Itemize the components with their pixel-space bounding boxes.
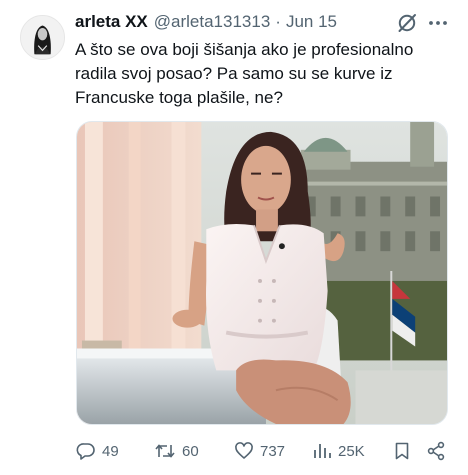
retweet-action[interactable]: 60: [154, 438, 199, 464]
more-dots-icon[interactable]: [427, 12, 449, 34]
like-action[interactable]: 737: [234, 438, 285, 464]
reply-bubble-icon: [76, 443, 95, 460]
reply-count: 49: [102, 442, 119, 460]
reply-action[interactable]: 49: [76, 438, 119, 464]
tweet-text: A što se ova boji šišanja ako je profesi…: [75, 40, 414, 107]
heart-icon: [235, 442, 253, 459]
share-action[interactable]: [426, 438, 446, 464]
retweet-arrows-icon: [155, 444, 175, 458]
tweet-media-image[interactable]: [76, 121, 448, 425]
avatar[interactable]: [20, 15, 65, 60]
like-count: 737: [260, 442, 286, 460]
bar-chart-icon: [314, 444, 331, 458]
grok-slash-icon[interactable]: [396, 12, 418, 34]
views-count: 25K: [338, 442, 365, 460]
tweet-actions: 49 60 737 25K: [76, 438, 448, 464]
avatar-image: [21, 16, 64, 59]
views-action[interactable]: 25K: [312, 438, 365, 464]
header-separator: ·: [275, 12, 281, 31]
share-icon: [427, 441, 445, 461]
bookmark-icon: [395, 442, 409, 460]
display-name[interactable]: arleta XX: [75, 12, 148, 32]
tweet-date[interactable]: Jun 15: [286, 12, 337, 32]
user-handle[interactable]: @arleta131313: [154, 12, 271, 32]
tweet-header: arleta XX @arleta131313 · Jun 15: [75, 11, 337, 33]
tweet-card[interactable]: arleta XX @arleta131313 · Jun 15 A što s…: [0, 0, 468, 475]
retweet-count: 60: [182, 442, 199, 460]
bookmark-action[interactable]: [392, 438, 412, 464]
